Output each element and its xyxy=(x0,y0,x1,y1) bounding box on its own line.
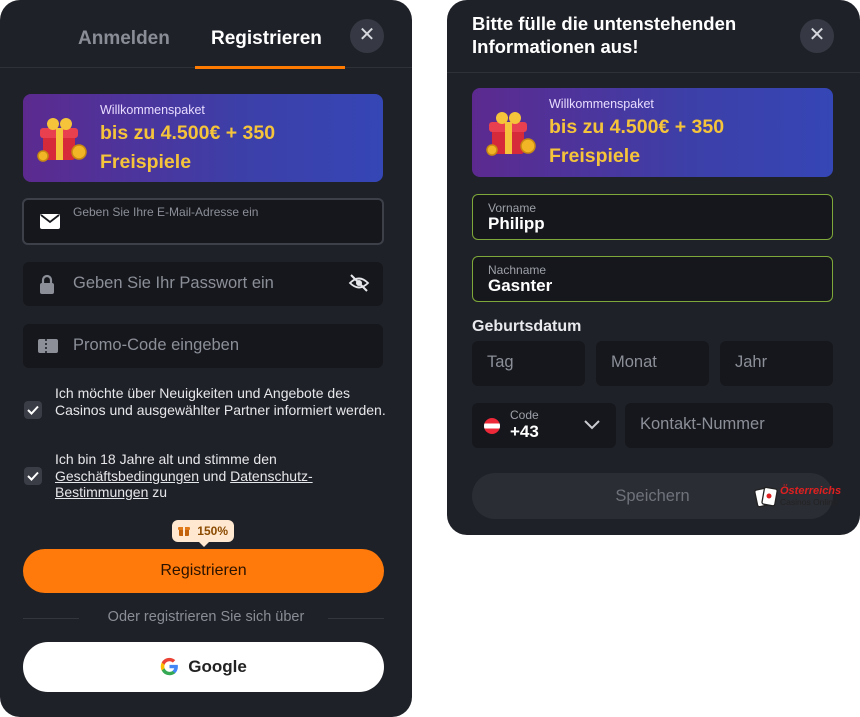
divider-line-right xyxy=(328,618,384,619)
austria-flag-icon xyxy=(484,418,500,434)
last-name-value: Gasnter xyxy=(488,276,553,295)
google-button-label: Google xyxy=(188,657,247,676)
birth-day-placeholder: Tag xyxy=(487,353,514,371)
news-checkbox[interactable] xyxy=(24,401,42,419)
tab-register[interactable]: Registrieren xyxy=(211,28,322,50)
watermark-line1: Österreichs xyxy=(780,485,842,497)
welcome-bonus-banner: Willkommenspaket bis zu 4.500€ + 350 Fre… xyxy=(23,94,383,182)
gift-icon xyxy=(486,112,536,156)
promo-headline: bis zu 4.500€ + 350 Freispiele xyxy=(100,122,276,173)
password-placeholder: Geben Sie Ihr Passwort ein xyxy=(73,274,274,292)
terms-middle: und xyxy=(199,467,231,484)
first-name-label: Vorname xyxy=(488,201,537,215)
profile-details-modal: Bitte fülle die untenstehenden Informati… xyxy=(447,0,860,535)
terms-consent-text: Ich bin 18 Jahre alt und stimme den Gesc… xyxy=(55,451,390,501)
country-code-label: Code xyxy=(510,408,539,422)
promo-code-field[interactable]: Promo-Code eingeben xyxy=(23,324,383,368)
google-icon xyxy=(160,657,178,676)
promo-small-text: Willkommenspaket xyxy=(549,97,654,111)
terms-suffix: zu xyxy=(148,484,168,500)
birth-month-field[interactable]: Monat xyxy=(596,341,709,386)
first-name-field[interactable]: Vorname Philipp xyxy=(472,194,833,240)
birthdate-label: Geburtsdatum xyxy=(472,318,582,335)
header-divider xyxy=(447,72,860,73)
checkmark-icon xyxy=(27,471,39,481)
active-tab-indicator xyxy=(195,66,345,69)
promo-headline: bis zu 4.500€ + 350 Freispiele xyxy=(549,116,725,167)
close-button[interactable]: ✕ xyxy=(350,19,384,53)
promo-code-placeholder: Promo-Code eingeben xyxy=(73,336,240,354)
bonus-badge: 150% xyxy=(172,520,234,542)
close-button[interactable]: ✕ xyxy=(800,19,834,53)
birth-day-field[interactable]: Tag xyxy=(472,341,585,386)
modal-title: Bitte fülle die untenstehenden Informati… xyxy=(472,13,737,57)
last-name-label: Nachname xyxy=(488,263,547,277)
terms-prefix: Ich bin 18 Jahre alt und stimme den xyxy=(55,451,277,467)
gift-icon xyxy=(178,527,190,536)
playing-cards-icon xyxy=(754,486,778,508)
chevron-down-icon xyxy=(584,420,600,430)
email-placeholder: Geben Sie Ihre E-Mail-Adresse ein xyxy=(73,205,259,219)
envelope-icon xyxy=(40,214,60,229)
birth-month-placeholder: Monat xyxy=(611,353,657,371)
first-name-value: Philipp xyxy=(488,214,545,233)
password-field[interactable]: Geben Sie Ihr Passwort ein xyxy=(23,262,383,306)
register-button[interactable]: Registrieren xyxy=(23,549,384,593)
phone-number-placeholder: Kontakt-Nummer xyxy=(640,415,765,433)
tab-login[interactable]: Anmelden xyxy=(78,28,170,50)
google-signup-button[interactable]: Google xyxy=(23,642,384,692)
terms-link[interactable]: Geschäftsbedingungen xyxy=(55,468,199,484)
news-consent-text: Ich möchte über Neuigkeiten und Angebote… xyxy=(55,385,386,418)
welcome-bonus-banner: Willkommenspaket bis zu 4.500€ + 350 Fre… xyxy=(472,88,833,177)
country-code-select[interactable]: Code +43 xyxy=(472,403,616,448)
gift-icon xyxy=(37,118,87,162)
email-field[interactable]: Geben Sie Ihre E-Mail-Adresse ein xyxy=(22,198,384,245)
alternate-signup-text: Oder registrieren Sie sich über xyxy=(107,609,305,625)
watermark-logo: Österreichs Casinos Online xyxy=(752,484,852,510)
last-name-field[interactable]: Nachname Gasnter xyxy=(472,256,833,302)
close-icon: ✕ xyxy=(808,24,826,46)
terms-checkbox[interactable] xyxy=(24,467,42,485)
bonus-badge-text: 150% xyxy=(197,524,228,538)
phone-number-field[interactable]: Kontakt-Nummer xyxy=(625,403,833,448)
eye-off-icon[interactable] xyxy=(348,274,370,292)
birth-year-placeholder: Jahr xyxy=(735,353,768,371)
watermark-line2: Casinos Online xyxy=(780,497,838,507)
country-code-value: +43 xyxy=(510,422,539,441)
checkmark-icon xyxy=(27,405,39,415)
badge-pointer xyxy=(198,541,210,547)
birth-year-field[interactable]: Jahr xyxy=(720,341,833,386)
coupon-icon xyxy=(38,339,58,353)
close-icon: ✕ xyxy=(358,24,376,46)
registration-modal: Anmelden Registrieren ✕ Willkommenspaket… xyxy=(0,0,412,717)
lock-icon xyxy=(40,274,54,294)
promo-small-text: Willkommenspaket xyxy=(100,103,205,117)
